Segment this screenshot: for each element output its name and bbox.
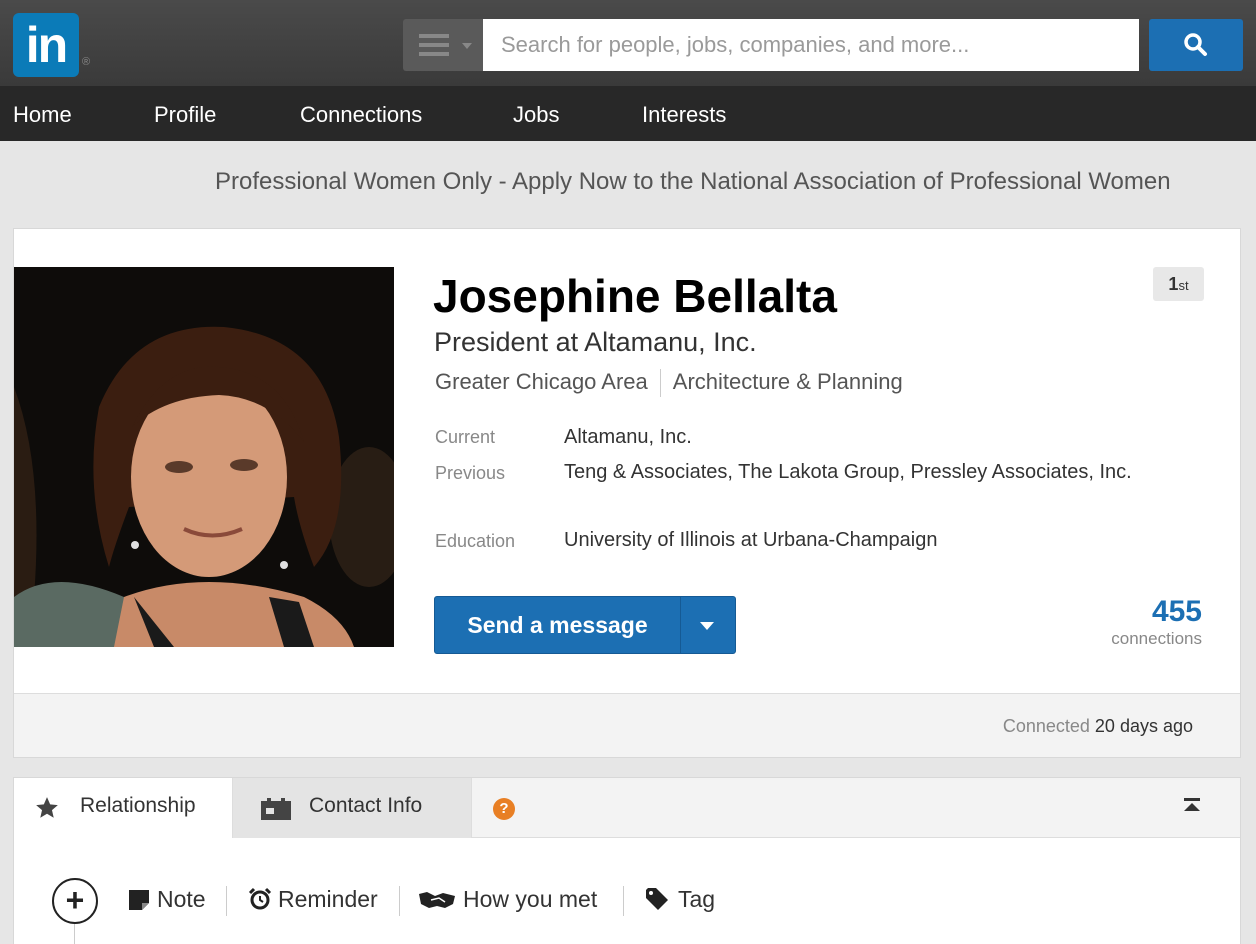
send-message-label: Send a message <box>467 612 648 638</box>
tag-action[interactable]: Tag <box>646 886 715 913</box>
profile-card-footer: Connected 20 days ago <box>14 693 1240 757</box>
text-ad[interactable]: Professional Women Only - Apply Now to t… <box>215 168 1171 196</box>
note-label: Note <box>157 886 206 912</box>
tag-label: Tag <box>678 886 716 912</box>
search-icon <box>1184 33 1207 56</box>
connected-prefix: Connected <box>1002 716 1090 736</box>
search-input[interactable] <box>483 19 1139 71</box>
connected-since: Connected 20 days ago <box>1003 716 1193 737</box>
tag-icon <box>646 888 668 910</box>
timeline-line <box>74 924 75 944</box>
profile-photo[interactable] <box>14 267 394 647</box>
profile-card: Josephine Bellalta 1st President at Alta… <box>13 228 1241 758</box>
more-actions-dropdown[interactable] <box>681 597 735 653</box>
note-icon <box>129 890 149 910</box>
tab-contact-info[interactable]: Contact Info <box>232 778 472 838</box>
action-divider <box>623 886 624 916</box>
education-label: Education <box>435 531 516 551</box>
nav-item-jobs[interactable]: Jobs <box>513 86 559 141</box>
action-divider <box>399 886 400 916</box>
note-action[interactable]: Note <box>129 886 206 913</box>
nav-item-profile[interactable]: Profile <box>154 86 216 141</box>
previous-label: Previous <box>435 463 506 483</box>
location-link[interactable]: Greater Chicago Area <box>435 369 648 394</box>
education-value[interactable]: University of Illinois at Urbana-Champai… <box>564 524 1194 556</box>
location-industry-row: Greater Chicago Area Architecture & Plann… <box>435 369 903 398</box>
chevron-down-icon <box>462 43 472 49</box>
contact-card-icon <box>261 798 291 820</box>
current-label: Current <box>435 427 496 447</box>
add-relationship-button[interactable]: + <box>52 878 98 924</box>
handshake-icon <box>419 892 455 908</box>
how-you-met-action[interactable]: How you met <box>419 886 597 913</box>
relationship-panel: Relationship Contact Info ? + Note Remin… <box>13 777 1241 944</box>
previous-value[interactable]: Teng & Associates, The Lakota Group, Pre… <box>564 456 1194 488</box>
reminder-action[interactable]: Reminder <box>248 886 378 913</box>
star-icon <box>36 797 58 818</box>
action-divider <box>226 886 227 916</box>
connections-label: connections <box>1111 629 1202 648</box>
tab-contact-info-label: Contact Info <box>309 794 423 817</box>
top-bar: in ® <box>0 0 1256 86</box>
connected-time: 20 days ago <box>1094 716 1193 736</box>
nav-item-interests[interactable]: Interests <box>642 86 726 141</box>
connection-degree-badge: 1st <box>1153 267 1204 301</box>
profile-name: Josephine Bellalta <box>433 270 837 322</box>
nav-item-connections[interactable]: Connections <box>300 86 422 141</box>
menu-icon <box>419 34 449 61</box>
tab-relationship[interactable]: Relationship <box>14 778 232 839</box>
connections-count[interactable]: 455 <box>1152 595 1202 629</box>
degree-suffix: st <box>1178 278 1189 293</box>
chevron-down-icon <box>700 622 714 630</box>
how-you-met-label: How you met <box>463 886 598 912</box>
registered-mark: ® <box>82 56 91 68</box>
alarm-clock-icon <box>248 887 272 910</box>
degree-number: 1 <box>1168 274 1179 294</box>
divider <box>659 369 661 398</box>
search-category-menu-button[interactable] <box>403 19 483 71</box>
reminder-label: Reminder <box>278 886 378 912</box>
search-button[interactable] <box>1149 19 1243 71</box>
nav-item-home[interactable]: Home <box>13 86 72 141</box>
industry-link[interactable]: Architecture & Planning <box>673 369 903 394</box>
relationship-tabs: Relationship Contact Info ? <box>14 778 1240 839</box>
main-nav: Home Profile Connections Jobs Interests <box>0 86 1256 141</box>
linkedin-logo[interactable]: in <box>13 13 79 77</box>
tab-relationship-label: Relationship <box>80 794 196 817</box>
profile-headline: President at Altamanu, Inc. <box>434 327 757 357</box>
current-value[interactable]: Altamanu, Inc. <box>564 421 1194 453</box>
send-message-button[interactable]: Send a message <box>434 596 736 654</box>
help-icon[interactable]: ? <box>493 798 515 820</box>
collapse-icon[interactable] <box>1182 796 1202 816</box>
